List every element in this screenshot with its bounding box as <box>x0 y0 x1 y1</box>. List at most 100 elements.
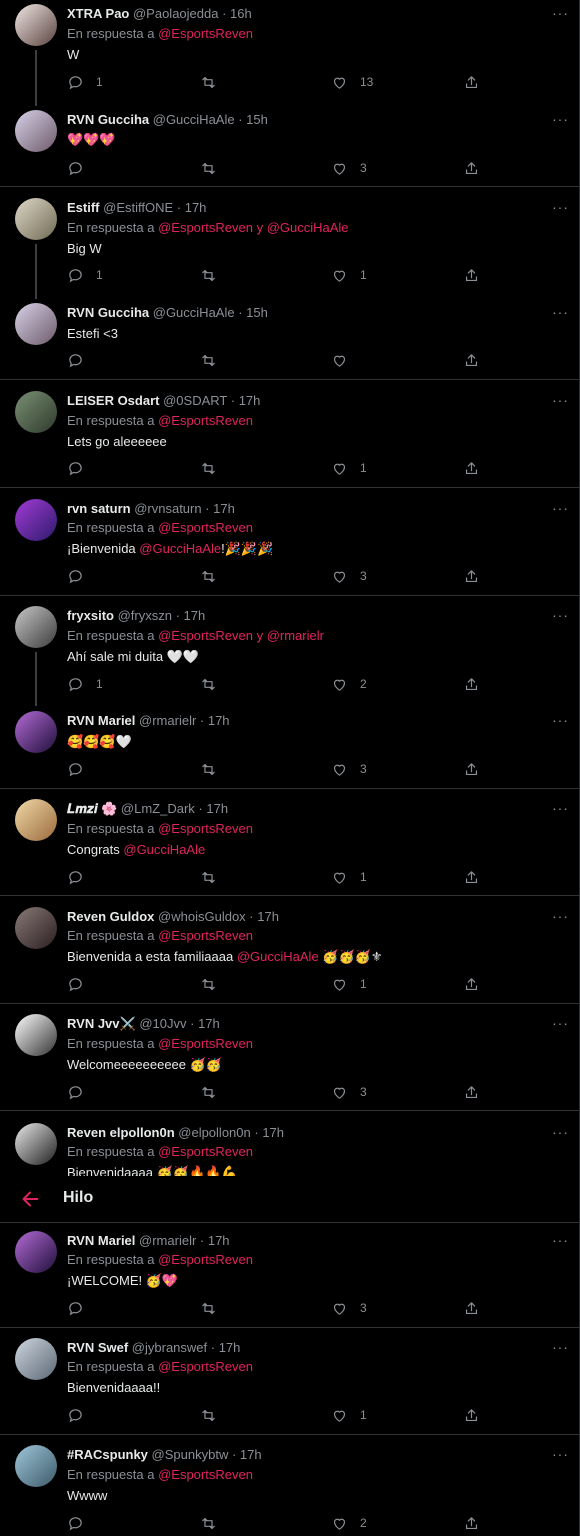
reply-button[interactable] <box>67 868 96 886</box>
reply-mention-link[interactable]: @EsportsReven <box>158 1036 253 1051</box>
share-button[interactable] <box>463 459 480 477</box>
author-handle[interactable]: @whoisGuldox <box>158 909 246 924</box>
author-name[interactable]: RVN Mariel <box>67 713 135 728</box>
author-handle[interactable]: @LmZ_Dark <box>121 801 195 816</box>
author-handle[interactable]: @rmarielr <box>139 713 196 728</box>
reply-button[interactable]: 1 <box>67 73 103 91</box>
reply-mention-link[interactable]: @EsportsReven <box>158 628 253 643</box>
timestamp[interactable]: 17h <box>198 1016 220 1031</box>
like-button[interactable]: 3 <box>331 159 367 177</box>
reply-mention-link[interactable]: @rmarielr <box>267 628 324 643</box>
reply-mention-link[interactable]: @EsportsReven <box>158 520 253 535</box>
like-button[interactable]: 1 <box>331 975 367 993</box>
author-handle[interactable]: @fryxszn <box>118 608 172 623</box>
share-button[interactable] <box>463 1514 480 1532</box>
retweet-button[interactable] <box>200 760 217 778</box>
more-icon[interactable]: ··· <box>552 801 569 815</box>
author-handle[interactable]: @GucciHaAle <box>153 112 235 127</box>
more-icon[interactable]: ··· <box>552 909 569 923</box>
author-name[interactable]: rvn saturn <box>67 501 131 516</box>
retweet-button[interactable] <box>200 459 217 477</box>
author-handle[interactable]: @rmarielr <box>139 1233 196 1248</box>
share-button[interactable] <box>463 159 480 177</box>
avatar[interactable] <box>15 907 57 949</box>
mention-link[interactable]: @GucciHaAle <box>237 949 319 964</box>
author-name[interactable]: RVN Jvv⚔️ <box>67 1016 136 1031</box>
share-button[interactable] <box>463 1406 480 1424</box>
share-button[interactable] <box>463 760 480 778</box>
author-handle[interactable]: @Paolaojedda <box>133 6 218 21</box>
avatar[interactable] <box>15 1014 57 1056</box>
retweet-button[interactable] <box>200 567 217 585</box>
reply-button[interactable] <box>67 459 96 477</box>
author-handle[interactable]: @jybranswef <box>132 1340 207 1355</box>
timestamp[interactable]: 17h <box>240 1447 262 1462</box>
timestamp[interactable]: 16h <box>230 6 252 21</box>
author-name[interactable]: #RACspunky <box>67 1447 148 1462</box>
reply-button[interactable] <box>67 975 96 993</box>
retweet-button[interactable] <box>200 1514 217 1532</box>
avatar[interactable] <box>15 391 57 433</box>
avatar[interactable] <box>15 303 57 345</box>
author-name[interactable]: RVN Swef <box>67 1340 128 1355</box>
share-button[interactable] <box>463 266 480 284</box>
author-name[interactable]: XTRA Pao <box>67 6 129 21</box>
retweet-button[interactable] <box>200 975 217 993</box>
retweet-button[interactable] <box>200 1083 217 1101</box>
retweet-button[interactable] <box>200 351 217 369</box>
share-button[interactable] <box>463 73 480 91</box>
like-button[interactable]: 2 <box>331 675 367 693</box>
timestamp[interactable]: 17h <box>219 1340 241 1355</box>
like-button[interactable] <box>331 351 360 369</box>
like-button[interactable]: 1 <box>331 868 367 886</box>
reply-mention-link[interactable]: @EsportsReven <box>158 1467 253 1482</box>
timestamp[interactable]: 17h <box>208 1233 230 1248</box>
reply-mention-link[interactable]: @EsportsReven <box>158 220 253 235</box>
share-button[interactable] <box>463 567 480 585</box>
reply-button[interactable] <box>67 159 96 177</box>
retweet-button[interactable] <box>200 73 217 91</box>
reply-button[interactable] <box>67 1514 96 1532</box>
like-button[interactable]: 1 <box>331 266 367 284</box>
reply-button[interactable] <box>67 1406 96 1424</box>
share-button[interactable] <box>463 975 480 993</box>
timestamp[interactable]: 17h <box>185 200 207 215</box>
retweet-button[interactable] <box>200 868 217 886</box>
share-button[interactable] <box>463 1299 480 1317</box>
reply-button[interactable]: 1 <box>67 266 103 284</box>
avatar[interactable] <box>15 1123 57 1165</box>
more-icon[interactable]: ··· <box>552 1233 569 1247</box>
reply-mention-link[interactable]: @EsportsReven <box>158 1359 253 1374</box>
reply-mention-link[interactable]: @GucciHaAle <box>267 220 349 235</box>
reply-button[interactable] <box>67 760 96 778</box>
timestamp[interactable]: 17h <box>208 713 230 728</box>
more-icon[interactable]: ··· <box>552 305 569 319</box>
reply-mention-link[interactable]: @EsportsReven <box>158 413 253 428</box>
timestamp[interactable]: 17h <box>239 393 261 408</box>
author-handle[interactable]: @elpollon0n <box>178 1125 250 1140</box>
like-button[interactable]: 3 <box>331 567 367 585</box>
avatar[interactable] <box>15 1445 57 1487</box>
avatar[interactable] <box>15 110 57 152</box>
author-handle[interactable]: @10Jvv <box>139 1016 186 1031</box>
avatar[interactable] <box>15 1231 57 1273</box>
avatar[interactable] <box>15 198 57 240</box>
like-button[interactable]: 3 <box>331 1299 367 1317</box>
mention-link[interactable]: @GucciHaAle <box>123 842 205 857</box>
like-button[interactable]: 2 <box>331 1514 367 1532</box>
retweet-button[interactable] <box>200 1406 217 1424</box>
retweet-button[interactable] <box>200 675 217 693</box>
reply-mention-link[interactable]: @EsportsReven <box>158 1252 253 1267</box>
author-name[interactable]: RVN Gucciha <box>67 112 149 127</box>
avatar[interactable] <box>15 499 57 541</box>
reply-mention-link[interactable]: @EsportsReven <box>158 821 253 836</box>
reply-mention-link[interactable]: @EsportsReven <box>158 1144 253 1159</box>
more-icon[interactable]: ··· <box>552 200 569 214</box>
author-handle[interactable]: @Spunkybtw <box>152 1447 229 1462</box>
retweet-button[interactable] <box>200 1299 217 1317</box>
author-name[interactable]: RVN Gucciha <box>67 305 149 320</box>
timestamp[interactable]: 17h <box>184 608 206 623</box>
more-icon[interactable]: ··· <box>552 1447 569 1461</box>
more-icon[interactable]: ··· <box>552 608 569 622</box>
author-name[interactable]: Estiff <box>67 200 100 215</box>
